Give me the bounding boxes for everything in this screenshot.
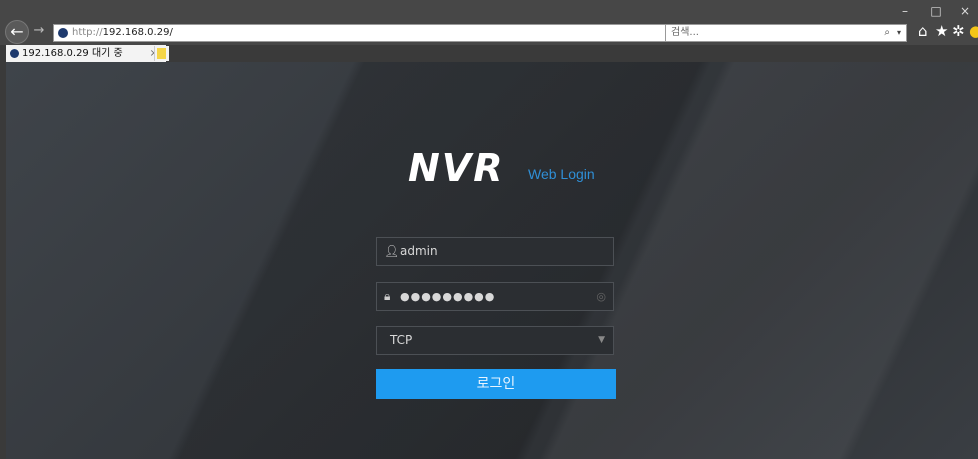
password-value: ●●●●●●●●● bbox=[400, 290, 496, 303]
address-url: http://192.168.0.29/ bbox=[72, 25, 173, 41]
maximize-button[interactable]: □ bbox=[928, 4, 944, 18]
browser-tab[interactable]: 192.168.0.29 대기 중 × bbox=[6, 45, 166, 62]
chevron-down-icon[interactable]: ▼ bbox=[598, 327, 605, 354]
forward-button[interactable]: → bbox=[30, 22, 48, 40]
address-bar[interactable]: http://192.168.0.29/ ▾ ↻ bbox=[53, 24, 735, 42]
eye-icon[interactable]: ◎ bbox=[596, 283, 606, 310]
url-host: 192.168.0.29/ bbox=[102, 27, 173, 38]
login-button[interactable]: 로그인 bbox=[376, 369, 616, 399]
tab-site-icon bbox=[10, 49, 19, 58]
gear-icon[interactable]: ✲ bbox=[952, 22, 965, 40]
minimize-button[interactable]: – bbox=[897, 4, 913, 18]
home-icon[interactable]: ⌂ bbox=[918, 22, 928, 40]
star-icon[interactable]: ★ bbox=[935, 22, 948, 40]
login-page: NVR Web Login 👤︎ admin 🔒︎ ●●●●●●●●● ◎ TC… bbox=[6, 62, 978, 459]
url-protocol: http:// bbox=[72, 27, 103, 38]
user-icon: 👤︎ bbox=[384, 244, 400, 258]
nvr-logo: NVR bbox=[408, 146, 505, 190]
browser-titlebar: ← → http://192.168.0.29/ ▾ ↻ 검색... ⌕ ▾ –… bbox=[0, 0, 978, 45]
search-placeholder: 검색... bbox=[671, 27, 699, 38]
tab-title: 192.168.0.29 대기 중 bbox=[22, 48, 123, 59]
username-field[interactable]: 👤︎ admin bbox=[376, 237, 614, 266]
logo-subtitle: Web Login bbox=[528, 166, 595, 182]
protocol-select[interactable]: TCP ▼ bbox=[376, 326, 614, 355]
smiley-icon[interactable]: ● bbox=[969, 22, 978, 40]
back-button[interactable]: ← bbox=[5, 20, 29, 44]
new-tab-button[interactable] bbox=[154, 46, 169, 61]
search-dropdown-icon[interactable]: ▾ bbox=[897, 25, 901, 41]
protocol-value: TCP bbox=[390, 333, 413, 347]
username-value: admin bbox=[400, 244, 438, 258]
site-icon bbox=[58, 28, 68, 38]
lock-icon: 🔒︎ bbox=[384, 289, 391, 303]
search-input[interactable]: 검색... ⌕ ▾ bbox=[665, 24, 907, 42]
new-tab-icon bbox=[157, 48, 166, 59]
close-window-button[interactable]: × bbox=[957, 4, 973, 18]
password-field[interactable]: 🔒︎ ●●●●●●●●● ◎ bbox=[376, 282, 614, 311]
search-icon[interactable]: ⌕ bbox=[884, 25, 890, 41]
